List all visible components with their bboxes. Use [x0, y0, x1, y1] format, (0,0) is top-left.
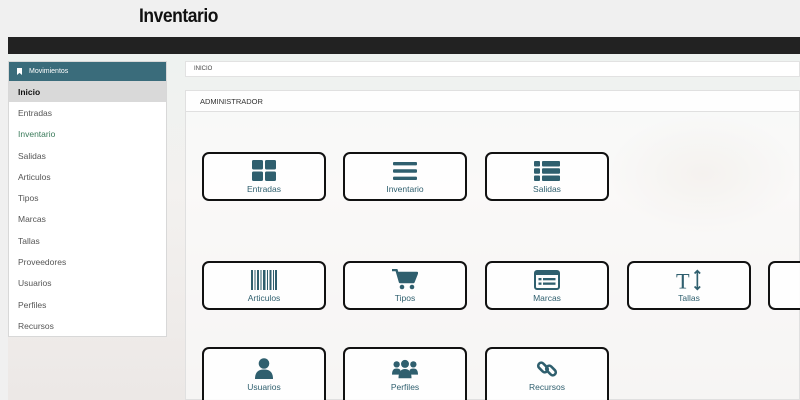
link-icon — [534, 358, 560, 380]
user-icon — [251, 358, 277, 380]
bars-icon — [392, 160, 418, 182]
sidebar-item-tipos[interactable]: Tipos — [9, 187, 166, 208]
window-list-icon — [534, 269, 560, 291]
panel-title: ADMINISTRADOR — [186, 91, 799, 112]
salidas-label: Salidas — [533, 183, 561, 194]
sidebar-header[interactable]: Movimientos — [9, 62, 166, 81]
navbar — [8, 37, 800, 54]
sidebar-item-articulos[interactable]: Articulos — [9, 166, 166, 187]
list-icon — [534, 160, 560, 182]
proveedores-button[interactable] — [768, 261, 800, 310]
inventario-label: Inventario — [386, 183, 424, 194]
grid-icon — [251, 160, 277, 182]
usuarios-label: Usuarios — [247, 381, 281, 392]
bookmark-icon — [17, 68, 22, 75]
articulos-button[interactable]: Articulos — [202, 261, 326, 310]
perfiles-button[interactable]: Perfiles — [343, 347, 467, 400]
cart-icon — [392, 269, 418, 291]
salidas-button[interactable]: Salidas — [485, 152, 609, 201]
sidebar-item-marcas[interactable]: Marcas — [9, 209, 166, 230]
usuarios-button[interactable]: Usuarios — [202, 347, 326, 400]
tipos-button[interactable]: Tipos — [343, 261, 467, 310]
top-header: Inventario — [0, 0, 800, 37]
sidebar-header-label: Movimientos — [29, 68, 69, 75]
text-height-icon: T — [676, 269, 702, 291]
sidebar-item-inventario[interactable]: Inventario — [9, 124, 166, 145]
sidebar-item-perfiles[interactable]: Perfiles — [9, 294, 166, 315]
sidebar: Movimientos Inicio Entradas Inventario S… — [8, 61, 167, 337]
entradas-button[interactable]: Entradas — [202, 152, 326, 201]
tallas-button[interactable]: T Tallas — [627, 261, 751, 310]
marcas-label: Marcas — [533, 292, 561, 303]
sidebar-item-entradas[interactable]: Entradas — [9, 102, 166, 123]
tallas-label: Tallas — [678, 292, 700, 303]
breadcrumb-item-inicio[interactable]: INICIO — [194, 66, 212, 72]
sidebar-item-proveedores[interactable]: Proveedores — [9, 251, 166, 272]
recursos-label: Recursos — [529, 381, 565, 392]
marcas-button[interactable]: Marcas — [485, 261, 609, 310]
app-title: Inventario — [139, 6, 218, 27]
perfiles-label: Perfiles — [390, 381, 420, 392]
svg-text:T: T — [676, 269, 690, 291]
users-icon — [392, 358, 418, 380]
tipos-label: Tipos — [394, 292, 416, 303]
entradas-label: Entradas — [246, 183, 282, 194]
articulos-label: Articulos — [247, 292, 281, 303]
breadcrumb: INICIO — [185, 61, 800, 77]
sidebar-item-salidas[interactable]: Salidas — [9, 145, 166, 166]
recursos-button[interactable]: Recursos — [485, 347, 609, 400]
sidebar-item-tallas[interactable]: Tallas — [9, 230, 166, 251]
sidebar-item-inicio[interactable]: Inicio — [9, 81, 166, 103]
inventario-button[interactable]: Inventario — [343, 152, 467, 201]
sidebar-item-usuarios[interactable]: Usuarios — [9, 273, 166, 294]
sidebar-item-recursos[interactable]: Recursos — [9, 315, 166, 336]
barcode-icon — [251, 269, 277, 291]
